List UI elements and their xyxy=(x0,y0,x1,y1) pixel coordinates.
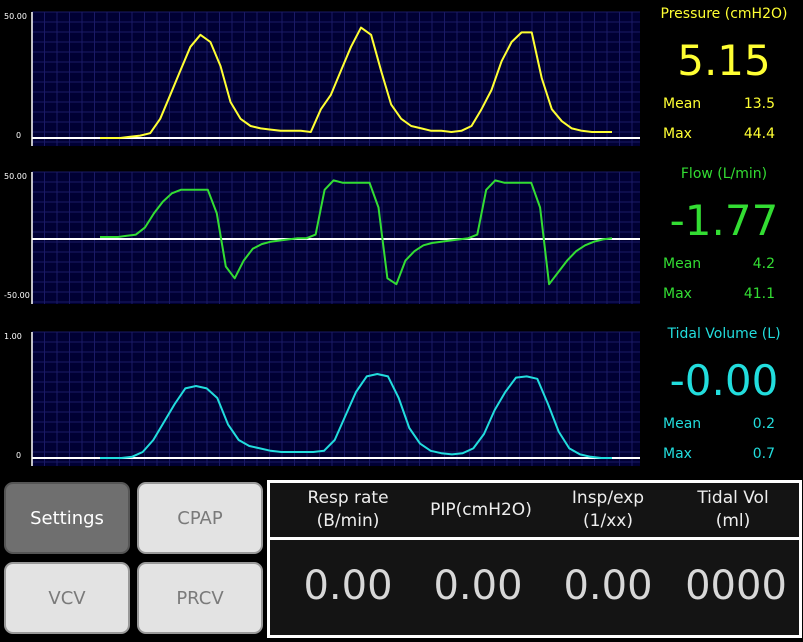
ie-value[interactable]: 0.00 xyxy=(543,563,673,609)
pressure-chart: 50.00 0 xyxy=(4,11,640,146)
pip-header: PIP(cmH2O) xyxy=(416,499,546,522)
y-max-tick-label: 1.00 xyxy=(4,332,22,341)
flow-max-label: Max xyxy=(663,286,692,302)
flow-value: -1.77 xyxy=(669,196,779,245)
flow-max: 41.1 xyxy=(743,286,775,302)
resp-rate-value[interactable]: 0.00 xyxy=(283,563,413,609)
tidal-volume-panel: Tidal Volume (L) -0.00 Mean 0.2 Max 0.7 xyxy=(645,320,803,480)
tidal-volume-title: Tidal Volume (L) xyxy=(667,326,781,342)
flow-title: Flow (L/min) xyxy=(680,166,768,182)
pressure-panel: Pressure (cmH2O) 5.15 Mean 13.5 Max 44.4 xyxy=(645,0,803,160)
y-max-tick-label: 50.00 xyxy=(4,12,27,21)
ie-label: Insp/exp xyxy=(571,488,645,508)
tidal-vol-header: Tidal Vol (ml) xyxy=(668,487,798,533)
parameter-panel: Resp rate (B/min) PIP(cmH2O) Insp/exp (1… xyxy=(267,480,802,638)
tidal-vol-label: Tidal Vol xyxy=(697,488,769,508)
pip-label: PIP(cmH2O) xyxy=(430,500,532,520)
tidal-vol-value[interactable]: 0000 xyxy=(671,563,801,609)
cpap-button[interactable]: CPAP xyxy=(137,482,263,554)
pressure-title: Pressure (cmH2O) xyxy=(660,6,788,22)
flow-mean-label: Mean xyxy=(663,256,702,272)
y-min-tick-label: 0 xyxy=(16,131,21,140)
pressure-max-label: Max xyxy=(663,126,692,142)
resp-rate-header: Resp rate (B/min) xyxy=(283,487,413,533)
tidal-mean: 0.2 xyxy=(752,416,775,432)
y-min-tick-label: -50.00 xyxy=(4,291,30,300)
flow-chart: 50.00 -50.00 xyxy=(4,171,640,304)
pressure-value: 5.15 xyxy=(677,36,771,85)
panel-divider xyxy=(270,537,799,540)
ie-unit: (1/xx) xyxy=(583,511,633,531)
pip-value[interactable]: 0.00 xyxy=(413,563,543,609)
tidal-volume-chart: 1.00 0 xyxy=(4,331,640,466)
flow-panel: Flow (L/min) -1.77 Mean 4.2 Max 41.1 xyxy=(645,160,803,320)
vcv-button[interactable]: VCV xyxy=(4,562,130,634)
waveform-charts: 50.00 0 50.00 -50.00 1.00 0 xyxy=(4,11,640,466)
y-max-tick-label: 50.00 xyxy=(4,172,27,181)
resp-rate-unit: (B/min) xyxy=(316,511,380,531)
y-min-tick-label: 0 xyxy=(16,451,21,460)
resp-rate-label: Resp rate xyxy=(307,488,389,508)
pressure-mean: 13.5 xyxy=(743,96,775,112)
pressure-mean-label: Mean xyxy=(663,96,702,112)
tidal-max-label: Max xyxy=(663,446,692,462)
tidal-volume-value: -0.00 xyxy=(669,356,779,405)
tidal-mean-label: Mean xyxy=(663,416,702,432)
settings-button[interactable]: Settings xyxy=(4,482,130,554)
pressure-max: 44.4 xyxy=(743,126,775,142)
ie-header: Insp/exp (1/xx) xyxy=(543,487,673,533)
tidal-max: 0.7 xyxy=(752,446,775,462)
prcv-button[interactable]: PRCV xyxy=(137,562,263,634)
flow-mean: 4.2 xyxy=(752,256,775,272)
tidal-vol-unit: (ml) xyxy=(715,511,751,531)
